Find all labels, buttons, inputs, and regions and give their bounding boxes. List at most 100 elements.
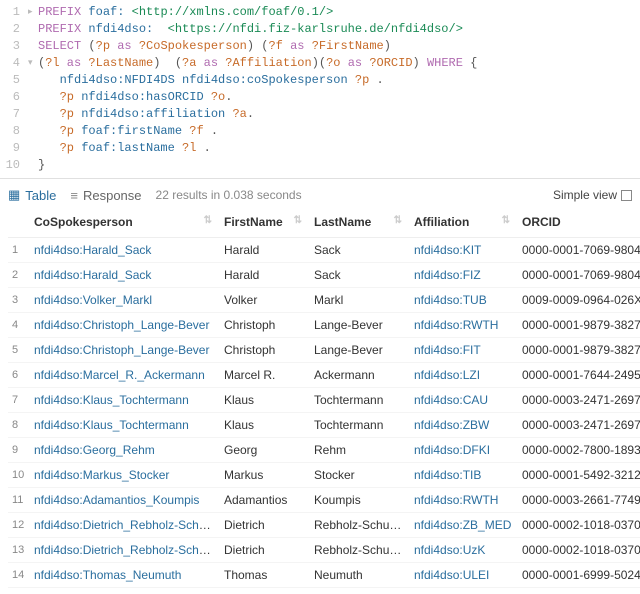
cell-lastname: Lange-Bever <box>310 338 410 363</box>
cell-affiliation: nfdi4dso:ZB_MED <box>410 513 518 538</box>
cell-affiliation: nfdi4dso:FIZ <box>410 263 518 288</box>
fold-icon[interactable]: ▸ <box>28 4 38 21</box>
cospokesperson-link[interactable]: nfdi4dso:Georg_Rehm <box>34 443 155 457</box>
results-panel: ▦ Table ≡ Response 22 results in 0.038 s… <box>0 179 640 594</box>
code-content[interactable]: ?p nfdi4dso:hasORCID ?o. <box>38 89 640 106</box>
cell-cospokesperson: nfdi4dso:Marcel_R._Ackermann <box>30 363 220 388</box>
cell-affiliation: nfdi4dso:ZBW <box>410 413 518 438</box>
cell-orcid: 0000-0003-2661-7749 <box>518 488 640 513</box>
code-content[interactable]: (?l as ?LastName) (?a as ?Affiliation)(?… <box>38 55 640 72</box>
list-icon: ≡ <box>70 188 78 203</box>
row-number: 6 <box>8 363 30 388</box>
affiliation-link[interactable]: nfdi4dso:RWTH <box>414 493 498 507</box>
cospokesperson-link[interactable]: nfdi4dso:Harald_Sack <box>34 243 151 257</box>
cospokesperson-link[interactable]: nfdi4dso:Klaus_Tochtermann <box>34 393 189 407</box>
line-number: 10 <box>0 157 28 174</box>
cell-lastname: Stocker <box>310 463 410 488</box>
cell-firstname: Marcel R. <box>220 363 310 388</box>
row-number: 12 <box>8 513 30 538</box>
cell-cospokesperson: nfdi4dso:Thomas_Neumuth <box>30 563 220 588</box>
line-number: 6 <box>0 89 28 106</box>
table-row: 6nfdi4dso:Marcel_R._AckermannMarcel R.Ac… <box>8 363 640 388</box>
col-orcid[interactable]: ORCID <box>518 209 640 238</box>
table-header-row: CoSpokesperson⇅ FirstName⇅ LastName⇅ Aff… <box>8 209 640 238</box>
editor-line[interactable]: 6 ?p nfdi4dso:hasORCID ?o. <box>0 89 640 106</box>
cospokesperson-link[interactable]: nfdi4dso:Harald_Sack <box>34 268 151 282</box>
code-content[interactable]: ?p nfdi4dso:affiliation ?a. <box>38 106 640 123</box>
affiliation-link[interactable]: nfdi4dso:RWTH <box>414 318 498 332</box>
affiliation-link[interactable]: nfdi4dso:FIT <box>414 343 481 357</box>
cell-lastname: Sack <box>310 238 410 263</box>
tab-response[interactable]: ≡ Response <box>70 188 141 203</box>
code-content[interactable]: nfdi4dso:NFDI4DS nfdi4dso:coSpokesperson… <box>38 72 640 89</box>
code-content[interactable]: PREFIX foaf: <http://xmlns.com/foaf/0.1/… <box>38 4 640 21</box>
fold-icon <box>28 72 38 89</box>
editor-line[interactable]: 10} <box>0 157 640 174</box>
tab-table-label: Table <box>25 188 56 203</box>
affiliation-link[interactable]: nfdi4dso:KIT <box>414 243 481 257</box>
cell-firstname: Harald <box>220 238 310 263</box>
row-number: 14 <box>8 563 30 588</box>
sort-icon: ⇅ <box>204 215 210 226</box>
cell-lastname: Lange-Bever <box>310 313 410 338</box>
fold-icon[interactable]: ▾ <box>28 55 38 72</box>
editor-line[interactable]: 1▸PREFIX foaf: <http://xmlns.com/foaf/0.… <box>0 4 640 21</box>
cospokesperson-link[interactable]: nfdi4dso:Volker_Markl <box>34 293 152 307</box>
affiliation-link[interactable]: nfdi4dso:LZI <box>414 368 480 382</box>
col-affiliation[interactable]: Affiliation⇅ <box>410 209 518 238</box>
cell-firstname: Dietrich <box>220 538 310 563</box>
cell-cospokesperson: nfdi4dso:Harald_Sack <box>30 263 220 288</box>
cospokesperson-link[interactable]: nfdi4dso:Dietrich_Rebholz-Schuhm… <box>34 543 220 557</box>
cospokesperson-link[interactable]: nfdi4dso:Marcel_R._Ackermann <box>34 368 205 382</box>
cospokesperson-link[interactable]: nfdi4dso:Adamantios_Koumpis <box>34 493 199 507</box>
cospokesperson-link[interactable]: nfdi4dso:Markus_Stocker <box>34 468 169 482</box>
cell-lastname: Tochtermann <box>310 388 410 413</box>
sparql-editor[interactable]: 1▸PREFIX foaf: <http://xmlns.com/foaf/0.… <box>0 0 640 179</box>
checkbox-icon <box>621 190 632 201</box>
affiliation-link[interactable]: nfdi4dso:CAU <box>414 393 488 407</box>
simple-view-toggle[interactable]: Simple view <box>553 188 632 202</box>
code-content[interactable]: } <box>38 157 640 174</box>
table-row: 12nfdi4dso:Dietrich_Rebholz-Schuhm…Dietr… <box>8 513 640 538</box>
cell-orcid: 0000-0003-2471-2697 <box>518 413 640 438</box>
col-firstname[interactable]: FirstName⇅ <box>220 209 310 238</box>
affiliation-link[interactable]: nfdi4dso:DFKI <box>414 443 490 457</box>
code-content[interactable]: PREFIX nfdi4dso: <https://nfdi.fiz-karls… <box>38 21 640 38</box>
line-number: 1 <box>0 4 28 21</box>
code-content[interactable]: ?p foaf:lastName ?l . <box>38 140 640 157</box>
code-content[interactable]: SELECT (?p as ?CoSpokesperson) (?f as ?F… <box>38 38 640 55</box>
simple-view-label: Simple view <box>553 188 617 202</box>
affiliation-link[interactable]: nfdi4dso:TUB <box>414 293 487 307</box>
editor-line[interactable]: 3SELECT (?p as ?CoSpokesperson) (?f as ?… <box>0 38 640 55</box>
cell-affiliation: nfdi4dso:RWTH <box>410 313 518 338</box>
affiliation-link[interactable]: nfdi4dso:ZB_MED <box>414 518 511 532</box>
table-row: 8nfdi4dso:Klaus_TochtermannKlausTochterm… <box>8 413 640 438</box>
cospokesperson-link[interactable]: nfdi4dso:Christoph_Lange-Bever <box>34 343 209 357</box>
affiliation-link[interactable]: nfdi4dso:ULEI <box>414 568 489 582</box>
col-lastname[interactable]: LastName⇅ <box>310 209 410 238</box>
code-content[interactable]: ?p foaf:firstName ?f . <box>38 123 640 140</box>
table-row: 7nfdi4dso:Klaus_TochtermannKlausTochterm… <box>8 388 640 413</box>
affiliation-link[interactable]: nfdi4dso:ZBW <box>414 418 489 432</box>
affiliation-link[interactable]: nfdi4dso:UzK <box>414 543 485 557</box>
editor-line[interactable]: 5 nfdi4dso:NFDI4DS nfdi4dso:coSpokespers… <box>0 72 640 89</box>
editor-line[interactable]: 4▾(?l as ?LastName) (?a as ?Affiliation)… <box>0 55 640 72</box>
affiliation-link[interactable]: nfdi4dso:FIZ <box>414 268 481 282</box>
cospokesperson-link[interactable]: nfdi4dso:Christoph_Lange-Bever <box>34 318 209 332</box>
cospokesperson-link[interactable]: nfdi4dso:Dietrich_Rebholz-Schuhm… <box>34 518 220 532</box>
cell-cospokesperson: nfdi4dso:Dietrich_Rebholz-Schuhm… <box>30 538 220 563</box>
editor-line[interactable]: 9 ?p foaf:lastName ?l . <box>0 140 640 157</box>
fold-icon <box>28 123 38 140</box>
cell-firstname: Christoph <box>220 313 310 338</box>
cell-cospokesperson: nfdi4dso:Christoph_Lange-Bever <box>30 313 220 338</box>
table-icon: ▦ <box>8 187 20 203</box>
col-cospokesperson[interactable]: CoSpokesperson⇅ <box>30 209 220 238</box>
tab-table[interactable]: ▦ Table <box>8 187 56 203</box>
cell-affiliation: nfdi4dso:ULEI <box>410 563 518 588</box>
cospokesperson-link[interactable]: nfdi4dso:Klaus_Tochtermann <box>34 418 189 432</box>
cospokesperson-link[interactable]: nfdi4dso:Thomas_Neumuth <box>34 568 181 582</box>
editor-line[interactable]: 2PREFIX nfdi4dso: <https://nfdi.fiz-karl… <box>0 21 640 38</box>
affiliation-link[interactable]: nfdi4dso:TIB <box>414 468 481 482</box>
editor-line[interactable]: 8 ?p foaf:firstName ?f . <box>0 123 640 140</box>
editor-line[interactable]: 7 ?p nfdi4dso:affiliation ?a. <box>0 106 640 123</box>
